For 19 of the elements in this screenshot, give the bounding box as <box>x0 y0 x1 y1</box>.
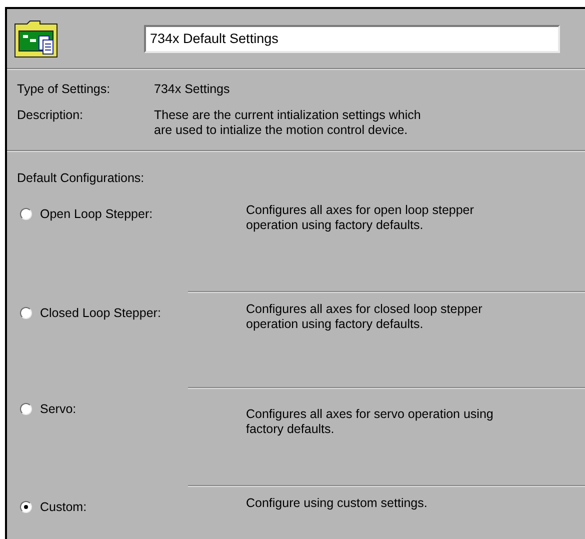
option-description: Configure using custom settings. <box>246 496 428 512</box>
info-value: These are the current intialization settings which are used to intialize the motion control device. <box>154 108 422 138</box>
radio-button[interactable] <box>20 208 32 220</box>
option-label[interactable]: Closed Loop Stepper: <box>40 306 161 321</box>
info-label: Description: <box>17 108 84 124</box>
section-title: Default Configurations: <box>17 171 144 185</box>
name-field[interactable]: 734x Default Settings <box>144 24 560 52</box>
option-label[interactable]: Custom: <box>40 500 87 515</box>
option-description: Configures all axes for open loop stepper operation using factory defaults. <box>246 203 475 234</box>
option-description: Configures all axes for servo operation using factory defaults. <box>246 407 494 438</box>
option-description: Configures all axes for closed loop stepper operation using factory defaults. <box>246 302 484 333</box>
radio-button[interactable] <box>20 403 32 415</box>
folder-icon <box>14 20 58 58</box>
option-label[interactable]: Servo: <box>40 402 76 417</box>
radio-button[interactable] <box>20 501 32 513</box>
info-value: 734x Settings <box>154 82 231 97</box>
radio-button[interactable] <box>20 307 32 319</box>
info-label: Type of Settings: <box>17 82 112 97</box>
option-label[interactable]: Open Loop Stepper: <box>40 207 153 222</box>
